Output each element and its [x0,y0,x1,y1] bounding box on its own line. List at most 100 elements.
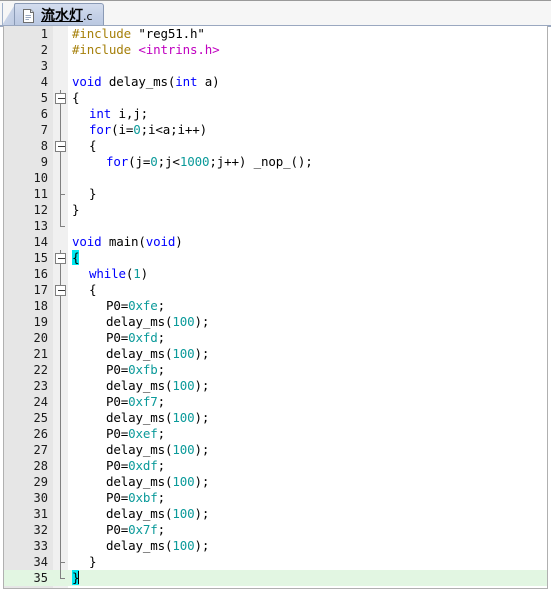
code-line[interactable]: 30 P0=0xbf; [4,490,547,506]
code-token: for [106,154,129,169]
code-token: P0= [106,330,129,345]
code-token: 100 [172,442,195,457]
line-number: 27 [33,443,48,457]
line-number: 35 [33,571,48,585]
fold-guide-line [53,314,68,330]
code-line[interactable]: 27 delay_ms(100); [4,442,547,458]
code-token: 0 [133,122,141,137]
code-line[interactable]: 6 int i,j; [4,106,547,122]
code-line[interactable]: 12} [4,202,547,218]
code-token: <intrins.h> [138,42,220,57]
code-line[interactable]: 20 P0=0xfd; [4,330,547,346]
code-token: 0xef [128,426,158,441]
line-number: 22 [33,363,48,377]
code-line[interactable]: 16 while(1) [4,266,547,282]
code-line[interactable]: 18 P0=0xfe; [4,298,547,314]
code-line[interactable]: 7 for(i=0;i<a;i++) [4,122,547,138]
code-text: { [89,282,97,298]
code-token: ); [194,314,210,329]
code-token: ); [194,442,210,457]
code-line[interactable]: 1 #include "reg51.h" [4,26,547,42]
fold-guide-line [53,170,68,186]
code-line[interactable]: 15 { [4,250,547,266]
fold-collapse-icon[interactable] [53,282,68,298]
code-token: ;i<a;i++) [140,122,208,137]
code-line[interactable]: 5{ [4,90,547,106]
line-number: 8 [40,139,48,153]
code-token: i,j; [111,106,149,121]
code-token: 0xf7 [128,394,158,409]
code-line[interactable]: 11} [4,186,547,202]
code-line[interactable]: 4 void delay_ms(int a) [4,74,547,90]
code-token: delay_ms( [106,506,173,521]
fold-collapse-icon[interactable] [53,250,68,266]
fold-empty [53,58,68,74]
fold-guide-line [53,378,68,394]
line-number: 9 [40,155,48,169]
code-line[interactable]: 28 P0=0xdf; [4,458,547,474]
fold-guide-line [53,426,68,442]
line-number: 20 [33,331,48,345]
code-editor-window: 流水灯.c 1 #include "reg51.h" 2 #include <intr… [0,0,551,591]
fold-guide-line [53,202,68,218]
code-line[interactable]: 14 void main(void) [4,234,547,250]
code-line[interactable]: 8{ [4,138,547,154]
fold-collapse-icon[interactable] [53,138,68,154]
line-number: 25 [33,411,48,425]
code-line[interactable]: 13 [4,218,547,234]
line-number: 15 [33,251,48,265]
code-token: while [89,266,126,281]
line-number: 3 [40,59,48,73]
code-line[interactable]: 22 P0=0xfb; [4,362,547,378]
code-line[interactable]: 19 delay_ms(100); [4,314,547,330]
code-text: #include "reg51.h" [72,26,205,42]
tab-active-file[interactable]: 流水灯.c [14,3,104,27]
code-token: int [89,106,112,121]
code-token: ;j< [157,154,180,169]
code-line[interactable]: 10 [4,170,547,186]
code-line[interactable]: 3 [4,58,547,74]
code-token: ; [157,426,166,441]
code-line[interactable]: 26 P0=0xef; [4,426,547,442]
code-token: { [72,90,80,105]
code-line[interactable]: 2 #include <intrins.h> [4,42,547,58]
code-text: P0=0xef; [106,426,165,442]
code-text: { [89,138,97,154]
code-token: ); [194,378,210,393]
code-token: 0x7f [128,522,158,537]
fold-guide-line [53,522,68,538]
code-line[interactable]: 21 delay_ms(100); [4,346,547,362]
code-token: P0= [106,522,129,537]
editor-pane[interactable]: 1 #include "reg51.h" 2 #include <intrins.h>… [3,26,548,589]
code-line[interactable]: 25 delay_ms(100); [4,410,547,426]
code-text: P0=0xf7; [106,394,165,410]
code-token: ; [157,458,166,473]
code-line[interactable]: 32 P0=0x7f; [4,522,547,538]
code-token: 100 [172,538,195,553]
code-line[interactable]: 17 { [4,282,547,298]
code-line[interactable]: 33 delay_ms(100); [4,538,547,554]
code-text: #include <intrins.h> [72,42,220,58]
document-icon [23,9,34,23]
line-number: 2 [40,43,48,57]
code-text-area[interactable]: 1 #include "reg51.h" 2 #include <intrins.h>… [4,26,547,588]
fold-guide-line [53,154,68,170]
line-number: 13 [33,219,48,233]
code-line[interactable]: 24 P0=0xf7; [4,394,547,410]
code-line[interactable]: 35} [4,570,547,586]
code-token: #include [72,26,132,41]
code-token: (i= [111,122,134,137]
code-line[interactable]: 29 delay_ms(100); [4,474,547,490]
code-line[interactable]: 23 delay_ms(100); [4,378,547,394]
code-line[interactable]: 31 delay_ms(100); [4,506,547,522]
line-number: 1 [40,27,48,41]
fold-collapse-icon[interactable] [53,90,68,106]
code-token: delay_ms( [106,474,173,489]
code-line[interactable]: 34} [4,554,547,570]
code-text: P0=0xfd; [106,330,165,346]
code-token: 100 [172,474,195,489]
fold-guide-end [53,570,68,586]
code-line[interactable]: 9 for(j=0;j<1000;j++) _nop_(); [4,154,547,170]
code-token: { [89,282,97,297]
fold-guide-line [53,506,68,522]
